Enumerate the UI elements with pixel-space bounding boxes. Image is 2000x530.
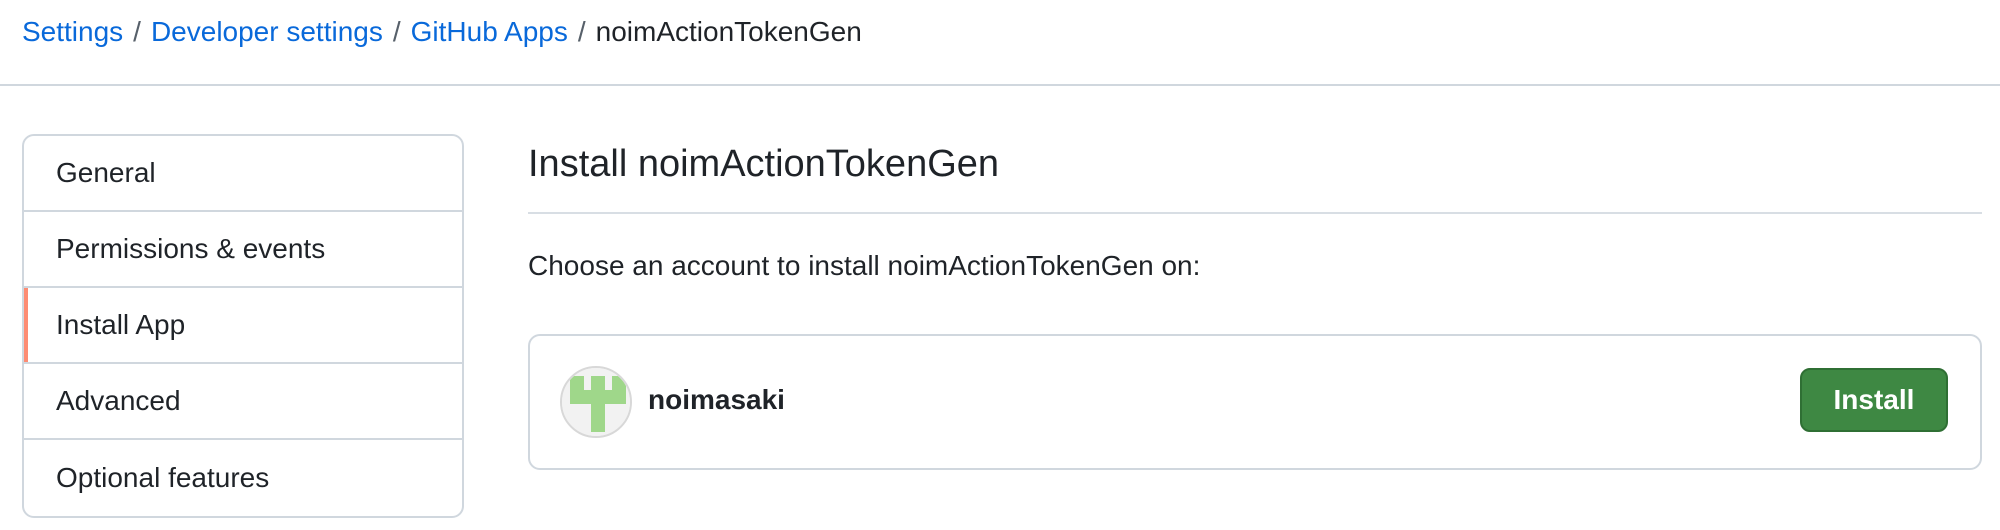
sidebar-item-advanced[interactable]: Advanced <box>24 364 462 440</box>
sidebar-item-permissions-events[interactable]: Permissions & events <box>24 212 462 288</box>
sidebar-item-optional-features[interactable]: Optional features <box>24 440 462 516</box>
sidebar-item-install-app[interactable]: Install App <box>24 288 462 364</box>
identicon-avatar-icon <box>562 368 630 436</box>
account-install-row: noimasaki Install <box>528 334 1982 470</box>
page-title: Install noimActionTokenGen <box>528 134 1982 214</box>
breadcrumb-link-settings[interactable]: Settings <box>22 16 123 47</box>
breadcrumb-separator: / <box>577 16 586 47</box>
main-content: Install noimActionTokenGen Choose an acc… <box>528 134 1982 470</box>
breadcrumb-link-github-apps[interactable]: GitHub Apps <box>411 16 568 47</box>
breadcrumb-link-developer-settings[interactable]: Developer settings <box>151 16 383 47</box>
breadcrumb-current-app: noimActionTokenGen <box>595 16 862 47</box>
sidebar-item-label: Install App <box>56 309 186 340</box>
sidebar-item-label: Advanced <box>56 385 181 416</box>
install-prompt: Choose an account to install noimActionT… <box>528 250 1201 281</box>
sidebar-item-label: Permissions & events <box>56 233 326 264</box>
settings-sidebar: General Permissions & events Install App… <box>22 134 464 518</box>
avatar[interactable] <box>560 366 632 438</box>
breadcrumb-bar: Settings / Developer settings / GitHub Apps /… <box>0 0 2000 86</box>
breadcrumb-separator: / <box>392 16 401 47</box>
breadcrumb: Settings / Developer settings / GitHub Apps /… <box>22 14 862 50</box>
breadcrumb-separator: / <box>133 16 141 47</box>
sidebar-item-label: General <box>56 157 156 188</box>
account-name: noimasaki <box>648 384 785 415</box>
sidebar-item-general[interactable]: General <box>24 136 462 212</box>
install-button[interactable]: Install <box>1800 368 1948 432</box>
sidebar-item-label: Optional features <box>56 462 270 493</box>
